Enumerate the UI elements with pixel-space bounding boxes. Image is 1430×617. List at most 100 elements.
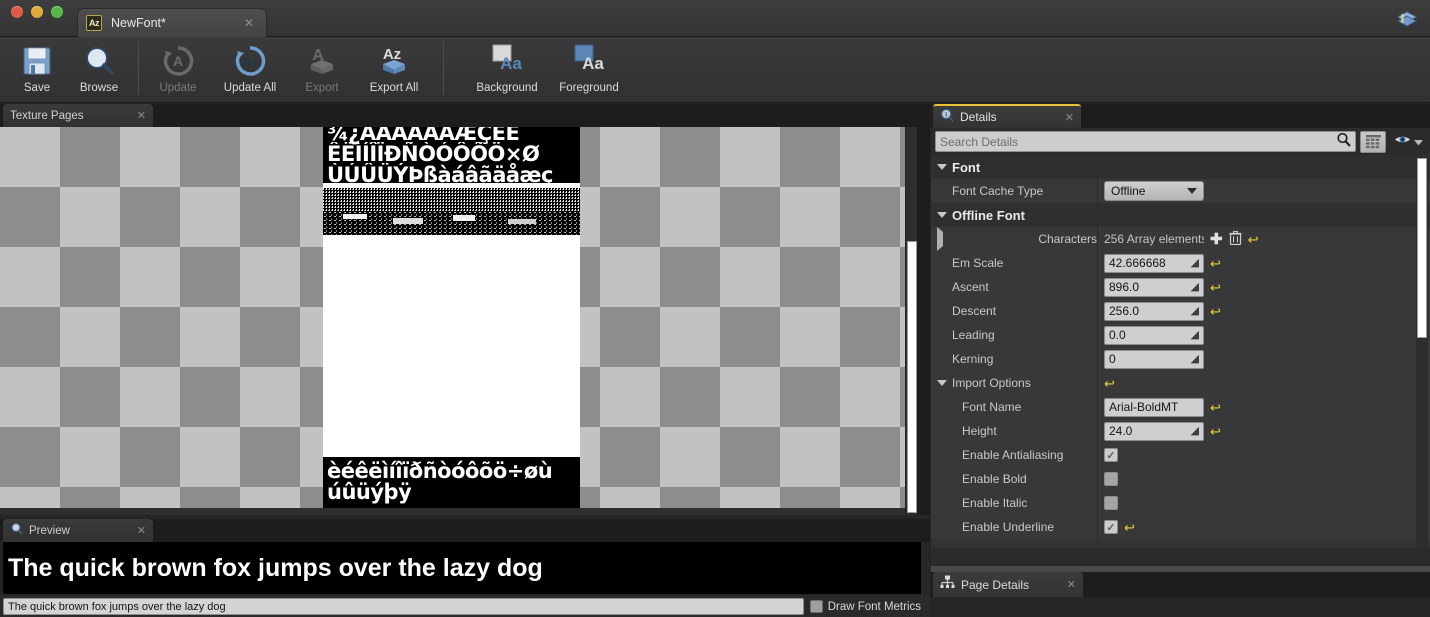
spinner-icon[interactable]: ◢ — [1191, 258, 1199, 269]
search-placeholder: Search Details — [940, 135, 1018, 149]
spinner-icon[interactable]: ◢ — [1191, 282, 1199, 293]
reset-arrow-icon[interactable]: ↩ — [1210, 425, 1221, 438]
document-tab-newfont[interactable]: Az NewFont* ✕ — [77, 8, 267, 37]
row-height[interactable]: Height 24.0 ◢ ↩ — [931, 419, 1430, 443]
reset-arrow-icon[interactable]: ↩ — [1124, 521, 1135, 534]
spinner-icon[interactable]: ◢ — [1191, 354, 1199, 365]
row-enable-antialiasing[interactable]: Enable Antialiasing ✓ — [931, 443, 1430, 467]
trash-icon[interactable] — [1229, 231, 1242, 247]
spinner-icon[interactable]: ◢ — [1191, 330, 1199, 341]
svg-text:i: i — [945, 111, 947, 118]
search-icon[interactable] — [1336, 132, 1351, 152]
spinner-icon[interactable]: ◢ — [1191, 306, 1199, 317]
font-cache-type-value: Offline — [1111, 184, 1145, 198]
enable-underline-checkbox[interactable]: ✓ — [1104, 520, 1118, 534]
row-characters[interactable]: Characters 256 Array elements ✚ — [931, 227, 1430, 251]
draw-font-metrics-checkbox[interactable] — [810, 600, 823, 613]
export-button[interactable]: A Export — [291, 37, 353, 101]
close-icon[interactable]: ✕ — [1065, 111, 1074, 124]
details-vertical-scrollbar[interactable] — [1416, 155, 1428, 548]
chevron-down-icon[interactable] — [1414, 133, 1423, 151]
scrollbar-thumb[interactable] — [1417, 158, 1427, 338]
font-name-input[interactable]: Arial-BoldMT — [1104, 398, 1204, 417]
row-enable-antialiasing-label: Enable Antialiasing — [952, 448, 1063, 462]
font-texture-page[interactable]: ¾¿ÀÁÂÃÄÅÆÇÈÉ ÊËÌÍÎÏÐÑÒÓÔÕÖ×Ø ÙÚÛÜÝÞßàáâã… — [323, 127, 580, 515]
category-font[interactable]: Font — [931, 155, 1430, 179]
category-offline-font-label: Offline Font — [952, 208, 1025, 223]
descent-input[interactable]: 256.0 ◢ — [1104, 302, 1204, 321]
row-descent[interactable]: Descent 256.0 ◢ ↩ — [931, 299, 1430, 323]
viewport-vertical-scrollbar[interactable] — [905, 127, 917, 515]
chevron-down-icon[interactable] — [937, 380, 947, 386]
grid-view-icon[interactable] — [1360, 131, 1386, 153]
details-search-row: Search Details — [931, 128, 1430, 155]
chevron-down-icon[interactable] — [937, 212, 947, 218]
tab-texture-pages[interactable]: Texture Pages ✕ — [3, 104, 153, 127]
row-enable-underline[interactable]: Enable Underline ✓ ↩ — [931, 515, 1430, 539]
eye-icon[interactable] — [1393, 133, 1412, 151]
font-cache-type-dropdown[interactable]: Offline — [1104, 181, 1204, 201]
leading-input[interactable]: 0.0 ◢ — [1104, 326, 1204, 345]
close-icon[interactable]: ✕ — [137, 109, 146, 122]
viewport-horizontal-scrollbar[interactable] — [0, 508, 905, 515]
minimize-window-button[interactable] — [31, 6, 43, 18]
reset-arrow-icon[interactable]: ↩ — [1104, 377, 1115, 390]
row-enable-bold[interactable]: Enable Bold ✓ — [931, 467, 1430, 491]
preview-tabstrip: Preview ✕ — [0, 519, 930, 542]
tab-details[interactable]: i Details ✕ — [933, 104, 1081, 128]
svg-text:Aa: Aa — [500, 54, 522, 73]
preview-text-input[interactable]: The quick brown fox jumps over the lazy … — [3, 598, 804, 615]
row-leading[interactable]: Leading 0.0 ◢ — [931, 323, 1430, 347]
row-kerning[interactable]: Kerning 0 ◢ — [931, 347, 1430, 371]
close-icon[interactable]: ✕ — [1067, 578, 1076, 591]
save-button[interactable]: Save — [6, 37, 68, 101]
close-window-button[interactable] — [11, 6, 23, 18]
reset-arrow-icon[interactable]: ↩ — [1210, 281, 1221, 294]
reset-arrow-icon[interactable]: ↩ — [1210, 305, 1221, 318]
background-button[interactable]: Aa Background — [466, 37, 548, 101]
row-font-name[interactable]: Font Name Arial-BoldMT ↩ — [931, 395, 1430, 419]
plus-icon[interactable]: ✚ — [1210, 232, 1223, 247]
spinner-icon[interactable]: ◢ — [1191, 426, 1199, 437]
chevron-down-icon[interactable] — [937, 164, 947, 170]
row-characters-label: Characters — [1038, 232, 1097, 246]
em-scale-input[interactable]: 42.666668 ◢ — [1104, 254, 1204, 273]
row-font-name-label: Font Name — [952, 400, 1021, 414]
tab-page-details[interactable]: Page Details ✕ — [933, 572, 1083, 597]
row-enable-italic[interactable]: Enable Italic ✓ — [931, 491, 1430, 515]
category-offline-font[interactable]: Offline Font — [931, 203, 1430, 227]
tab-preview[interactable]: Preview ✕ — [3, 519, 153, 542]
kerning-input[interactable]: 0 ◢ — [1104, 350, 1204, 369]
close-icon[interactable]: ✕ — [137, 524, 146, 537]
maximize-window-button[interactable] — [51, 6, 63, 18]
row-em-scale[interactable]: Em Scale 42.666668 ◢ ↩ — [931, 251, 1430, 275]
reset-arrow-icon[interactable]: ↩ — [1210, 257, 1221, 270]
reset-arrow-icon[interactable]: ↩ — [1210, 401, 1221, 414]
height-input[interactable]: 24.0 ◢ — [1104, 422, 1204, 441]
export-all-button[interactable]: Az Export All — [353, 37, 435, 101]
row-font-cache-type[interactable]: Font Cache Type Offline — [931, 179, 1430, 203]
draw-font-metrics-toggle[interactable]: Draw Font Metrics — [810, 600, 927, 613]
browse-label: Browse — [80, 82, 118, 94]
ascent-input[interactable]: 896.0 ◢ — [1104, 278, 1204, 297]
enable-bold-checkbox[interactable]: ✓ — [1104, 472, 1118, 486]
browse-button[interactable]: Browse — [68, 37, 130, 101]
texture-page-viewport[interactable]: ¾¿ÀÁÂÃÄÅÆÇÈÉ ÊËÌÍÎÏÐÑÒÓÔÕÖ×Ø ÙÚÛÜÝÞßàáâã… — [0, 127, 915, 515]
layers-icon[interactable] — [1396, 8, 1418, 30]
foreground-icon: Aa — [569, 41, 609, 81]
reset-arrow-icon[interactable]: ↩ — [1248, 233, 1259, 246]
foreground-button[interactable]: Aa Foreground — [548, 37, 630, 101]
row-import-options[interactable]: Import Options ↩ — [931, 371, 1430, 395]
search-input[interactable]: Search Details — [935, 131, 1356, 152]
update-all-button[interactable]: Az Update All — [209, 37, 291, 101]
row-ascent[interactable]: Ascent 896.0 ◢ ↩ — [931, 275, 1430, 299]
chevron-right-icon[interactable] — [937, 227, 1033, 251]
view-options-button[interactable] — [1390, 133, 1426, 151]
enable-antialiasing-checkbox[interactable]: ✓ — [1104, 448, 1118, 462]
close-icon[interactable]: ✕ — [244, 16, 258, 30]
details-property-list[interactable]: Font Font Cache Type Offline — [931, 155, 1430, 548]
enable-italic-checkbox[interactable]: ✓ — [1104, 496, 1118, 510]
viewport-right-gutter — [917, 104, 930, 515]
scrollbar-thumb[interactable] — [907, 241, 917, 513]
update-button[interactable]: A Update — [147, 37, 209, 101]
